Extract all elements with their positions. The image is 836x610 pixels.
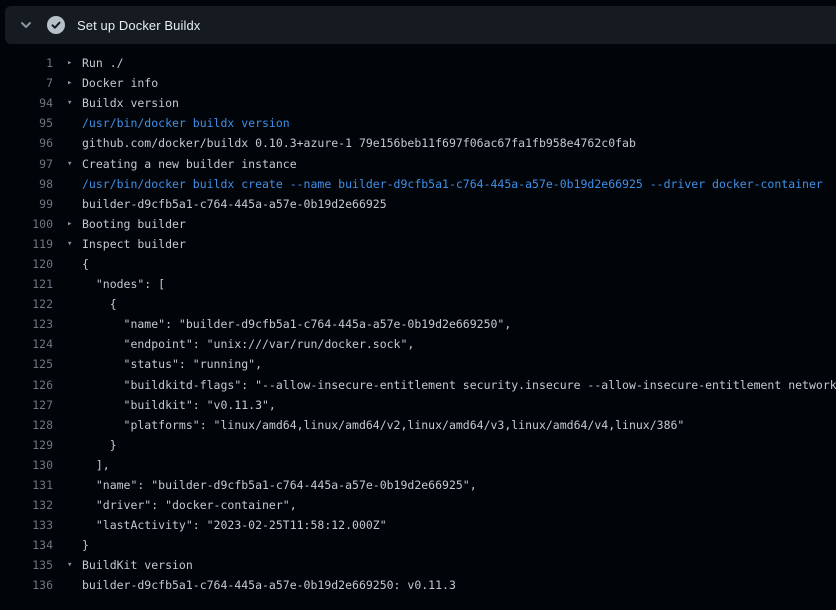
log-line: 98/usr/bin/docker buildx create --name b… (0, 174, 836, 194)
log-group-row[interactable]: 135 ▾BuildKit version (0, 555, 836, 575)
log-group-title: Run ./ (82, 56, 124, 70)
line-number[interactable]: 100 (0, 217, 53, 231)
log-text: "endpoint": "unix:///var/run/docker.sock… (82, 337, 414, 351)
disclosure-triangle-icon[interactable]: ▸ (67, 214, 82, 234)
log-text: "status": "running", (82, 357, 262, 371)
log-group-row[interactable]: 100 ▸Booting builder (0, 214, 836, 234)
line-number[interactable]: 97 (0, 157, 53, 171)
log-line: 123 "name": "builder-d9cfb5a1-c764-445a-… (0, 314, 836, 334)
log-text: "nodes": [ (82, 277, 165, 291)
log-line: 127 "buildkit": "v0.11.3", (0, 395, 836, 415)
log-group-row[interactable]: 119 ▾Inspect builder (0, 234, 836, 254)
log-line: 133 "lastActivity": "2023-02-25T11:58:12… (0, 515, 836, 535)
log-line: 126 "buildkitd-flags": "--allow-insecure… (0, 375, 836, 395)
line-number[interactable]: 120 (0, 257, 53, 271)
disclosure-triangle-icon[interactable]: ▾ (67, 234, 82, 254)
log-line: 120 { (0, 254, 836, 274)
log-output: 1▸Run ./7▸Docker info94▾Buildx version95… (0, 44, 836, 596)
log-text: builder-d9cfb5a1-c764-445a-a57e-0b19d2e6… (82, 578, 456, 592)
log-text: "platforms": "linux/amd64,linux/amd64/v2… (82, 418, 684, 432)
log-line: 95/usr/bin/docker buildx version (0, 113, 836, 133)
line-number[interactable]: 126 (0, 378, 53, 392)
log-text: "lastActivity": "2023-02-25T11:58:12.000… (82, 518, 387, 532)
log-group-row[interactable]: 1 ▸Run ./ (0, 53, 836, 73)
log-line: 124 "endpoint": "unix:///var/run/docker.… (0, 334, 836, 354)
disclosure-triangle-icon[interactable]: ▾ (67, 555, 82, 575)
step-title: Set up Docker Buildx (77, 18, 200, 33)
log-line: 130 ], (0, 455, 836, 475)
step-header[interactable]: Set up Docker Buildx (5, 6, 836, 44)
log-command-text: /usr/bin/docker buildx create --name bui… (82, 177, 823, 191)
log-text: "name": "builder-d9cfb5a1-c764-445a-a57e… (82, 478, 477, 492)
line-number[interactable]: 128 (0, 418, 53, 432)
line-number[interactable]: 132 (0, 498, 53, 512)
log-line: 125 "status": "running", (0, 354, 836, 374)
line-number[interactable]: 134 (0, 538, 53, 552)
log-group-row[interactable]: 94 ▾Buildx version (0, 93, 836, 113)
log-text: { (82, 297, 117, 311)
line-number[interactable]: 99 (0, 197, 53, 211)
log-text: github.com/docker/buildx 0.10.3+azure-1 … (82, 136, 636, 150)
log-line: 122 { (0, 294, 836, 314)
line-number[interactable]: 122 (0, 297, 53, 311)
log-line: 132 "driver": "docker-container", (0, 495, 836, 515)
line-number[interactable]: 136 (0, 578, 53, 592)
log-line: 134} (0, 535, 836, 555)
log-text: builder-d9cfb5a1-c764-445a-a57e-0b19d2e6… (82, 197, 387, 211)
check-circle-icon (47, 16, 65, 34)
log-group-row[interactable]: 7 ▸Docker info (0, 73, 836, 93)
line-number[interactable]: 124 (0, 337, 53, 351)
log-text: "buildkitd-flags": "--allow-insecure-ent… (82, 378, 836, 392)
disclosure-triangle-icon[interactable]: ▾ (67, 154, 82, 174)
line-number[interactable]: 127 (0, 398, 53, 412)
log-text: } (82, 538, 89, 552)
line-number[interactable]: 94 (0, 96, 53, 110)
line-number[interactable]: 135 (0, 558, 53, 572)
line-number[interactable]: 7 (0, 76, 53, 90)
log-line: 131 "name": "builder-d9cfb5a1-c764-445a-… (0, 475, 836, 495)
log-group-title: BuildKit version (82, 558, 193, 572)
chevron-down-icon[interactable] (18, 17, 34, 33)
line-number[interactable]: 96 (0, 136, 53, 150)
log-text: "buildkit": "v0.11.3", (82, 398, 276, 412)
log-line: 99 builder-d9cfb5a1-c764-445a-a57e-0b19d2… (0, 194, 836, 214)
line-number[interactable]: 123 (0, 317, 53, 331)
log-line: 96 github.com/docker/buildx 0.10.3+azure-… (0, 133, 836, 153)
log-line: 128 "platforms": "linux/amd64,linux/amd6… (0, 415, 836, 435)
log-command-text: /usr/bin/docker buildx version (82, 116, 290, 130)
log-line: 129 } (0, 435, 836, 455)
line-number[interactable]: 129 (0, 438, 53, 452)
log-line: 121 "nodes": [ (0, 274, 836, 294)
log-text: "name": "builder-d9cfb5a1-c764-445a-a57e… (82, 317, 511, 331)
disclosure-triangle-icon[interactable]: ▾ (67, 93, 82, 113)
disclosure-triangle-icon[interactable]: ▸ (67, 73, 82, 93)
log-line: 136 builder-d9cfb5a1-c764-445a-a57e-0b19d… (0, 575, 836, 595)
line-number[interactable]: 95 (0, 116, 53, 130)
log-group-title: Booting builder (82, 217, 186, 231)
line-number[interactable]: 133 (0, 518, 53, 532)
log-text: } (82, 438, 117, 452)
line-number[interactable]: 125 (0, 357, 53, 371)
line-number[interactable]: 121 (0, 277, 53, 291)
log-group-row[interactable]: 97 ▾Creating a new builder instance (0, 153, 836, 173)
line-number[interactable]: 98 (0, 177, 53, 191)
log-text: ], (82, 458, 110, 472)
line-number[interactable]: 130 (0, 458, 53, 472)
log-group-title: Docker info (82, 76, 158, 90)
log-group-title: Creating a new builder instance (82, 157, 297, 171)
log-text: { (82, 257, 89, 271)
line-number[interactable]: 131 (0, 478, 53, 492)
line-number[interactable]: 119 (0, 237, 53, 251)
log-group-title: Inspect builder (82, 237, 186, 251)
line-number[interactable]: 1 (0, 56, 53, 70)
log-group-title: Buildx version (82, 96, 179, 110)
log-text: "driver": "docker-container", (82, 498, 297, 512)
disclosure-triangle-icon[interactable]: ▸ (67, 53, 82, 73)
